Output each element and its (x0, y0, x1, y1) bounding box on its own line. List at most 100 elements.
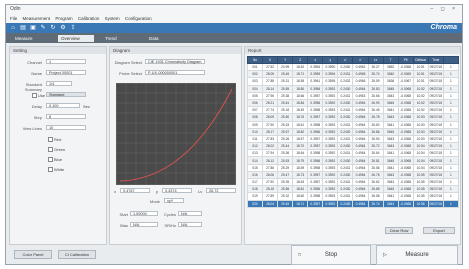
diagram-select[interactable]: CIE 1931 Chromaticity Diagram (145, 59, 205, 64)
option-white-label: White (54, 167, 65, 172)
table-cell: 0.4964 (352, 185, 369, 194)
y-field[interactable]: 0.4374 (162, 188, 192, 193)
table-row[interactable]: 005 27.96 25.38 18.66 0.3957 0.3592 0.2431 0.49… (246, 91, 460, 100)
probe-select[interactable]: P-UX-000000001 (145, 70, 205, 75)
table-cell: 3641 (382, 192, 399, 201)
table-row[interactable]: 004 28.14 25.55 18.80 0.3956 0.3592 0.2430 0.49… (246, 84, 460, 93)
edit-icon[interactable]: ✎ (40, 25, 46, 31)
step-field[interactable]: 8 (46, 114, 86, 119)
table-cell: -0.0069 (397, 70, 414, 79)
table-cell: 1 (442, 134, 460, 144)
report-col-header[interactable]: u' (337, 56, 354, 64)
table-cell: 0.3593 (322, 106, 339, 115)
report-col-header[interactable]: Lv (367, 56, 384, 64)
calibration-button[interactable]: CI Calibration (58, 250, 96, 259)
report-col-header[interactable]: T (382, 56, 399, 64)
table-row[interactable]: 001 27.52 24.99 18.62 0.3954 0.3590 0.2430 0.49… (246, 62, 460, 72)
table-row[interactable]: 015 27.86 25.29 18.59 0.3958 0.3593 0.2431 0.49… (246, 163, 460, 172)
report-col-header[interactable]: x (307, 56, 324, 64)
report-col-header[interactable]: Plt (397, 56, 414, 64)
menu-measurement[interactable]: Measurement (23, 16, 51, 21)
stop-button[interactable]: □ Stop (291, 245, 371, 265)
report-col-header[interactable]: Deltauv (412, 56, 429, 64)
tab-measure[interactable]: Measure (12, 35, 48, 42)
home-icon[interactable]: ⌂ (10, 25, 16, 31)
delay-field[interactable]: 0.100 (46, 103, 80, 108)
report-col-header[interactable]: v' (352, 56, 369, 64)
y-label: y (156, 189, 158, 194)
table-row[interactable]: 008 28.09 25.50 18.76 0.3957 0.3592 0.2430 0.49… (246, 113, 460, 122)
save-icon[interactable]: ▣ (30, 25, 36, 31)
table-row[interactable]: 006 28.21 25.61 18.84 0.3956 0.3592 0.2430 0.49… (246, 98, 460, 108)
table-row[interactable]: 016 28.06 25.47 18.73 0.3957 0.3592 0.2430 0.49… (246, 170, 460, 180)
tab-overview[interactable]: Overview (58, 35, 94, 42)
report-col-header[interactable]: Z (292, 56, 309, 64)
menu-calibration[interactable]: Calibration (78, 16, 100, 21)
table-row[interactable]: 011 27.83 25.26 18.57 0.3957 0.3592 0.2431 0.49… (246, 134, 460, 144)
menu-program[interactable]: Program (55, 16, 72, 21)
table-row[interactable]: 009 27.90 25.33 18.61 0.3958 0.3593 0.2431 0.49… (246, 120, 460, 129)
table-cell: 0.3592 (322, 156, 339, 165)
table-cell: 09/27/18 (427, 134, 444, 144)
menu-system[interactable]: System (105, 16, 120, 21)
window-controls[interactable]: – ◻ × (430, 5, 458, 14)
table-row[interactable]: 020 28.04 25.45 18.71 0.3957 0.3592 0.2430 0.49… (246, 199, 460, 208)
table-cell: 007 (246, 106, 264, 115)
name-field[interactable]: Project 00001 (46, 70, 86, 75)
tab-trend[interactable]: Trend (102, 35, 138, 42)
report-header-row: No X Y Zx y u' v' Lv T Plt Deltauv Time (246, 56, 460, 64)
open-icon[interactable]: ▤ (20, 25, 26, 31)
option-blue[interactable]: Blue (48, 157, 62, 163)
lv-field[interactable]: 26.72 (206, 188, 236, 193)
table-row[interactable]: 012 28.02 25.44 18.70 0.3957 0.3593 0.2430 0.49… (246, 142, 460, 151)
tab-data[interactable]: Data (146, 35, 182, 42)
refresh-icon[interactable]: ↻ (50, 25, 56, 31)
report-col-header[interactable]: Time (427, 56, 444, 64)
export-button[interactable]: Export (423, 227, 455, 234)
table-cell: 1 (442, 120, 460, 129)
table-row[interactable]: 010 28.17 25.57 18.82 0.3956 0.3592 0.2430 0.49… (246, 127, 460, 136)
table-row[interactable]: 019 27.89 25.32 18.60 0.3958 0.3593 0.2431 0.49… (246, 192, 460, 201)
color-panel-button[interactable]: Color Panel (14, 250, 52, 259)
report-col-header[interactable]: X (262, 56, 279, 64)
mode-select[interactable]: xyY (164, 198, 184, 203)
cycles-field[interactable]: N/A (178, 211, 202, 216)
channel-field[interactable]: 1 (46, 59, 86, 64)
clear-row-button[interactable]: Clear Row (385, 227, 413, 234)
table-row[interactable]: 003 27.88 25.31 18.55 0.3961 0.3595 0.2432 0.49… (246, 77, 460, 86)
menu-file[interactable]: File (10, 16, 17, 21)
table-cell: 0.2430 (337, 84, 354, 93)
view-lines-field[interactable]: 10 (46, 125, 86, 130)
table-row[interactable]: 014 28.12 25.53 18.79 0.3956 0.3592 0.2430 0.49… (246, 156, 460, 165)
export-icon[interactable]: ⇪ (70, 25, 76, 31)
table-row[interactable]: 018 28.15 25.56 18.81 0.3956 0.3592 0.2430 0.49… (246, 185, 460, 194)
x-field[interactable]: 0.4767 (120, 188, 150, 193)
use-checkbox[interactable]: Use (32, 93, 45, 99)
table-row[interactable]: 002 28.05 25.46 18.71 0.3959 0.3594 0.2431 0.49… (246, 70, 460, 79)
table-row[interactable]: 007 27.74 25.18 18.49 0.3958 0.3593 0.2431 0.49… (246, 106, 460, 115)
table-row[interactable]: 017 27.92 25.35 18.63 0.3957 0.3592 0.2431 0.49… (246, 177, 460, 187)
menu-configuration[interactable]: Configuration (125, 16, 152, 21)
use-field[interactable]: Standard (46, 92, 86, 97)
table-cell: 0.4964 (352, 113, 369, 122)
measure-button[interactable]: ▷ Measure (376, 245, 458, 265)
table-row[interactable]: 013 27.94 25.36 18.64 0.3958 0.3592 0.2431 0.49… (246, 149, 460, 158)
table-cell: 0.3592 (322, 127, 339, 136)
report-col-header[interactable]: y (322, 56, 339, 64)
table-cell: 0.2431 (337, 70, 354, 79)
option-white[interactable]: White (48, 167, 65, 173)
rate-field[interactable]: N/A (178, 222, 202, 227)
table-cell: 3645 (382, 98, 399, 108)
table-cell: 18.62 (292, 62, 309, 72)
table-cell: 25.55 (277, 84, 294, 93)
settings-icon[interactable]: ⚙ (60, 25, 66, 31)
report-col-header[interactable] (442, 56, 460, 64)
table-cell: 0.4964 (352, 84, 369, 93)
table-cell: -0.0068 (397, 127, 414, 136)
table-cell: 26.76 (367, 170, 384, 180)
option-green[interactable]: Green (48, 147, 65, 153)
option-red[interactable]: Red (48, 137, 61, 143)
summary-field[interactable]: 1/4 (46, 81, 72, 86)
report-col-header[interactable]: Y (277, 56, 294, 64)
report-col-header[interactable]: No (246, 56, 264, 64)
